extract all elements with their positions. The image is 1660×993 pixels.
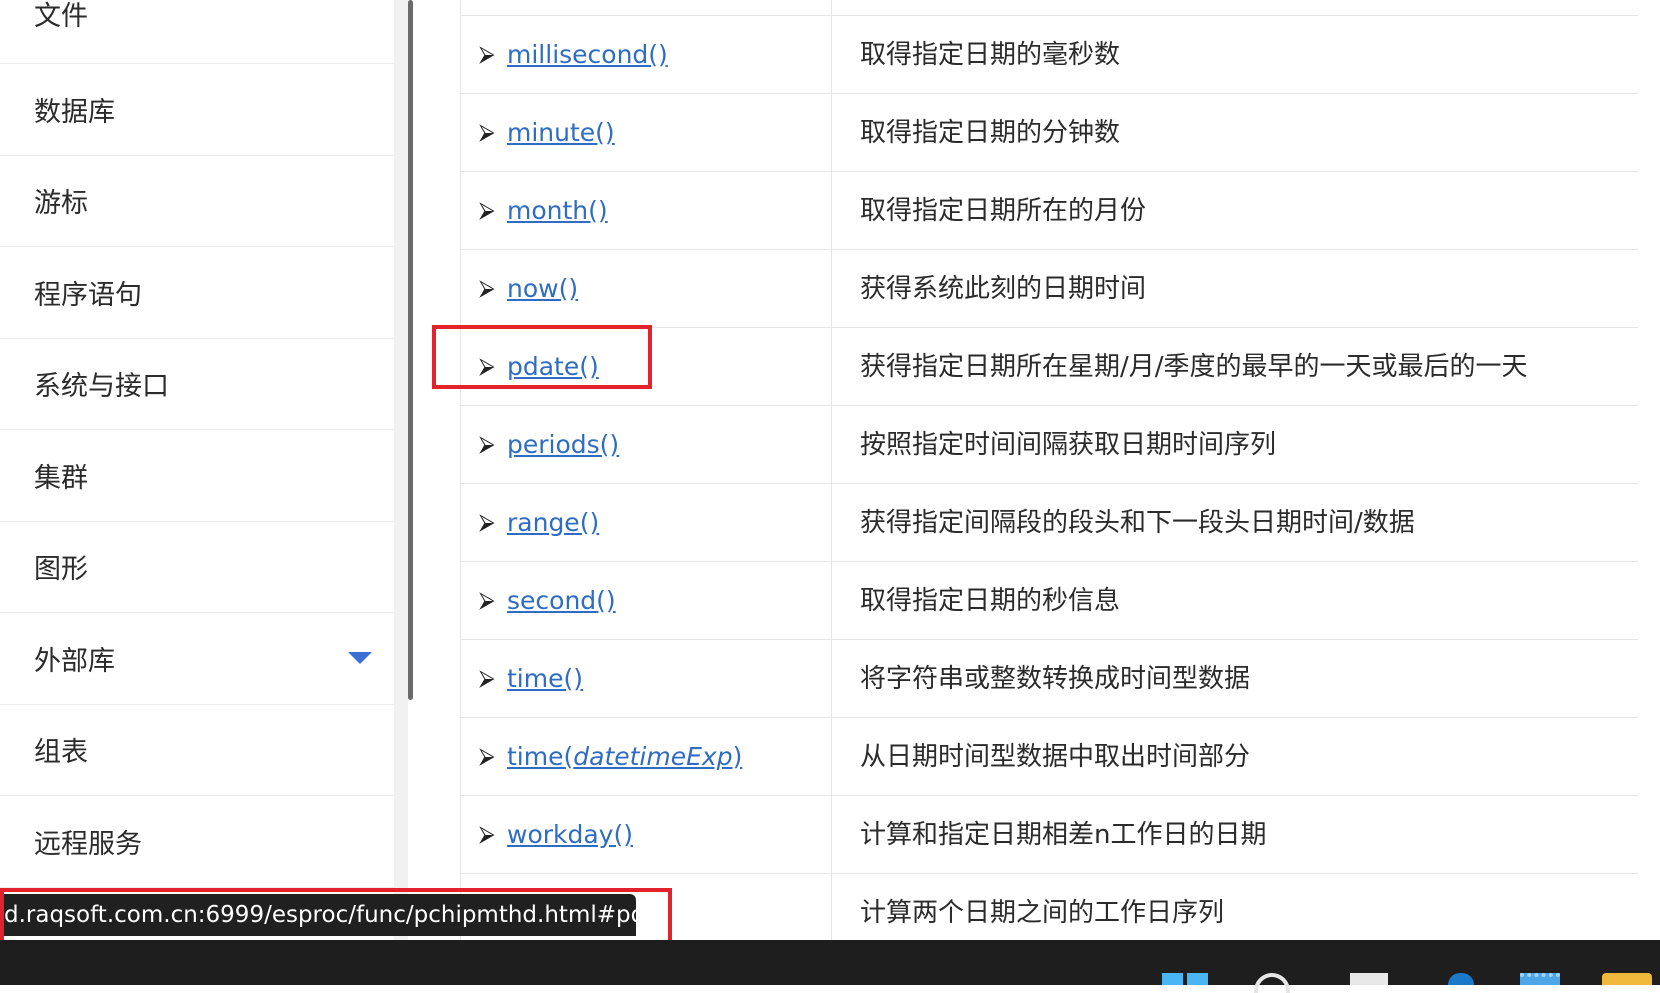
link-text: time(: [507, 741, 574, 771]
sidebar-item-graphics[interactable]: 图形: [0, 522, 394, 613]
function-link-month[interactable]: month(): [507, 195, 608, 227]
sidebar-item-label: 系统与接口: [34, 371, 169, 403]
table-row: ⮚ periods() 按照指定时间间隔获取日期时间序列: [460, 406, 1638, 484]
table-cell: ⮚ range(): [460, 484, 832, 561]
table-row: ⮚ time(datetimeExp) 从日期时间型数据中取出时间部分: [460, 718, 1638, 796]
sidebar-item-label: 组表: [34, 737, 88, 769]
table-cell: ⮚ now(): [460, 250, 832, 327]
arrow-bullet-icon: ⮚: [479, 587, 495, 613]
sidebar-nav: 文件 数据库 游标 程序语句 系统与接口 集群 图形 外部库 组表 远程服务: [0, 0, 394, 940]
table-cell: ⮚ minute(): [460, 94, 832, 171]
sidebar-item-cursor[interactable]: 游标: [0, 156, 394, 247]
windows-logo-pane: [1162, 973, 1183, 985]
sidebar-item-label: 集群: [34, 462, 88, 494]
chevron-down-icon[interactable]: [348, 652, 372, 665]
table-cell: ⮚ time(datetimeExp): [460, 718, 832, 795]
function-desc: 将字符串或整数转换成时间型数据: [860, 663, 1251, 694]
arrow-bullet-icon: ⮚: [479, 743, 495, 769]
link-text: ): [732, 741, 743, 771]
sidebar-item-cluster[interactable]: 集群: [0, 430, 394, 522]
arrow-bullet-icon: ⮚: [479, 41, 495, 67]
search-icon[interactable]: [1254, 973, 1290, 993]
function-link-workday[interactable]: workday(): [507, 819, 633, 851]
param-text: datetimeExp: [573, 741, 733, 771]
table-cell: ⮚ time(): [460, 640, 832, 717]
sidebar-item-label: 程序语句: [34, 279, 142, 311]
arrow-bullet-icon: ⮚: [479, 665, 495, 691]
table-cell: ⮚ periods(): [460, 406, 832, 483]
function-link-range[interactable]: range(): [507, 507, 599, 539]
arrow-bullet-icon: ⮚: [479, 509, 495, 535]
function-link-second[interactable]: second(): [507, 585, 616, 617]
function-desc: 取得指定日期的毫秒数: [860, 39, 1121, 70]
windows-start-icon[interactable]: [1162, 973, 1208, 985]
sidebar-item-label: 文件: [34, 1, 88, 32]
table-row: ⮚ millisecond() 取得指定日期的毫秒数: [460, 16, 1638, 94]
sidebar-item-statements[interactable]: 程序语句: [0, 247, 394, 339]
table-cell: ⮚ second(): [460, 562, 832, 639]
sidebar-item-label: 外部库: [34, 645, 115, 677]
sidebar-item-database[interactable]: 数据库: [0, 64, 394, 156]
table-cell: ⮚ month(): [460, 172, 832, 249]
function-desc: 获得系统此刻的日期时间: [860, 273, 1147, 304]
sidebar-scrollbar[interactable]: [408, 0, 413, 700]
sidebar-item-external-library[interactable]: 外部库: [0, 613, 394, 705]
function-desc: 计算和指定日期相差n工作日的日期: [860, 819, 1267, 850]
table-cell: ⮚ workday(): [460, 796, 832, 873]
arrow-bullet-icon: ⮚: [479, 119, 495, 145]
function-desc: 取得指定日期所在的月份: [860, 195, 1147, 226]
function-desc: 取得指定日期的分钟数: [860, 117, 1121, 148]
function-desc: 按照指定时间间隔获取日期时间序列: [860, 429, 1277, 460]
arrow-bullet-icon: ⮚: [479, 197, 495, 223]
table-cell: [460, 0, 832, 15]
table-row: [460, 0, 1638, 16]
windows-logo-pane: [1187, 973, 1208, 985]
task-view-icon[interactable]: [1350, 973, 1388, 985]
table-row: ⮚ time() 将字符串或整数转换成时间型数据: [460, 640, 1638, 718]
table-cell: ⮚ millisecond(): [460, 16, 832, 93]
arrow-bullet-icon: ⮚: [479, 821, 495, 847]
function-desc: 获得指定日期所在星期/月/季度的最早的一天或最后的一天: [860, 351, 1528, 382]
sidebar-item-file[interactable]: 文件: [0, 0, 394, 64]
function-desc: 获得指定间隔段的段头和下一段头日期时间/数据: [860, 507, 1415, 538]
file-explorer-icon[interactable]: [1602, 973, 1652, 985]
sidebar-scroll-track: [394, 0, 408, 940]
sidebar-item-remote-service[interactable]: 远程服务: [0, 796, 394, 888]
function-link-time[interactable]: time(): [507, 663, 583, 695]
arrow-bullet-icon: ⮚: [479, 275, 495, 301]
function-desc: 计算两个日期之间的工作日序列: [860, 897, 1225, 928]
calendar-app-icon[interactable]: [1520, 973, 1560, 985]
table-row: ⮚ workday() 计算和指定日期相差n工作日的日期: [460, 796, 1638, 874]
function-desc: 从日期时间型数据中取出时间部分: [860, 741, 1251, 772]
arrow-bullet-icon: ⮚: [479, 431, 495, 457]
function-link-time-datetimeexp[interactable]: time(datetimeExp): [507, 741, 742, 773]
function-desc: 取得指定日期的秒信息: [860, 585, 1121, 616]
highlight-box: [432, 325, 652, 389]
function-link-millisecond[interactable]: millisecond(): [507, 39, 668, 71]
function-link-minute[interactable]: minute(): [507, 117, 615, 149]
edge-browser-icon[interactable]: [1448, 973, 1474, 985]
sidebar-item-label: 数据库: [34, 96, 115, 128]
sidebar-item-composite-table[interactable]: 组表: [0, 705, 394, 796]
function-link-now[interactable]: now(): [507, 273, 578, 305]
table-row: ⮚ now() 获得系统此刻的日期时间: [460, 250, 1638, 328]
function-table: ⮚ millisecond() 取得指定日期的毫秒数 ⮚ minute() 取得…: [460, 0, 1638, 940]
table-row: ⮚ minute() 取得指定日期的分钟数: [460, 94, 1638, 172]
function-link-periods[interactable]: periods(): [507, 429, 619, 461]
sidebar-item-label: 远程服务: [34, 828, 142, 860]
table-row: ⮚ second() 取得指定日期的秒信息: [460, 562, 1638, 640]
sidebar-item-label: 图形: [34, 554, 88, 586]
table-row: ⮚ range() 获得指定间隔段的段头和下一段头日期时间/数据: [460, 484, 1638, 562]
taskbar: [0, 940, 1660, 993]
table-row: ⮚ month() 取得指定日期所在的月份: [460, 172, 1638, 250]
sidebar-item-label: 游标: [34, 188, 88, 220]
sidebar-item-system-interface[interactable]: 系统与接口: [0, 339, 394, 430]
